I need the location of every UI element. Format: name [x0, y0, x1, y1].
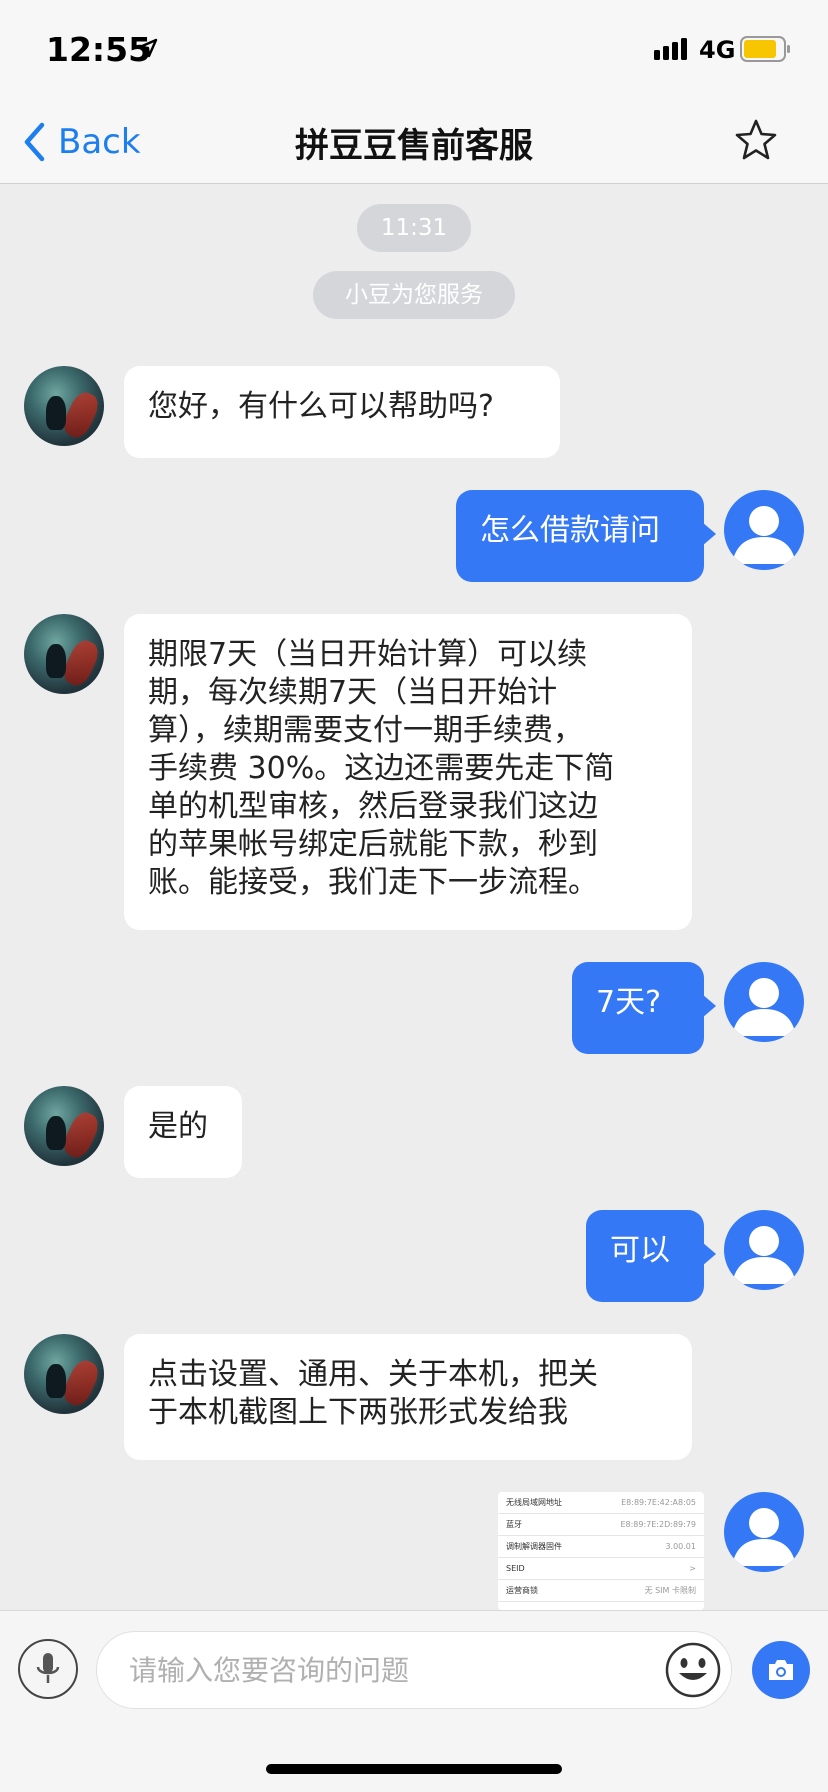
system-notice-pill: 小豆为您服务: [313, 271, 515, 319]
agent-message-bubble[interactable]: 点击设置、通用、关于本机，把关 于本机截图上下两张形式发给我: [124, 1334, 692, 1460]
message-line: 的苹果帐号绑定后就能下款，秒到: [148, 827, 598, 862]
status-time: 12:55: [46, 30, 152, 69]
back-label: Back: [58, 122, 141, 162]
bubble-tail: [702, 522, 716, 546]
thumbnail-row: 蓝牙 E8:89:7E:2D:89:79: [498, 1514, 704, 1536]
user-message-bubble[interactable]: 可以: [586, 1210, 716, 1302]
smiley-face-icon: [665, 1642, 721, 1698]
back-button[interactable]: Back: [22, 118, 141, 166]
message-line: 于本机截图上下两张形式发给我: [148, 1395, 568, 1430]
user-message-bubble[interactable]: 怎么借款请问: [456, 490, 716, 582]
user-silhouette-icon: [732, 1508, 796, 1566]
home-indicator: [266, 1764, 562, 1774]
battery-icon: [740, 36, 792, 66]
thumbnail-row: 无线局域网地址 E8:89:7E:42:A8:05: [498, 1492, 704, 1514]
microphone-icon: [36, 1653, 60, 1683]
agent-avatar[interactable]: [24, 1334, 104, 1414]
user-message-text: 7天?: [596, 985, 662, 1020]
agent-avatar[interactable]: [24, 614, 104, 694]
user-silhouette-icon: [732, 506, 796, 564]
user-avatar[interactable]: [724, 1210, 804, 1290]
thumbnail-row: SEID >: [498, 1558, 704, 1580]
message-line: 期限7天（当日开始计算）可以续: [148, 637, 588, 672]
timestamp-pill: 11:31: [357, 204, 471, 252]
status-bar: 12:55 4G: [0, 0, 828, 100]
agent-avatar[interactable]: [24, 1086, 104, 1166]
camera-icon: [769, 1660, 793, 1680]
message-line: 手续费 30%。这边还需要先走下简: [148, 751, 615, 786]
message-line: 账。能接受，我们走下一步流程。: [148, 865, 598, 900]
image-message-thumbnail[interactable]: 无线局域网地址 E8:89:7E:42:A8:05 蓝牙 E8:89:7E:2D:8…: [498, 1492, 704, 1610]
user-silhouette-icon: [732, 1226, 796, 1284]
voice-input-button[interactable]: [18, 1639, 78, 1699]
emoji-button[interactable]: [664, 1641, 722, 1699]
message-line: 期，每次续期7天（当日开始计: [148, 675, 558, 710]
user-message-text: 怎么借款请问: [480, 513, 660, 548]
star-icon: [735, 119, 777, 160]
message-line: 算），续期需要支付一期手续费，: [148, 713, 583, 748]
network-type: 4G: [699, 36, 736, 64]
bubble-tail: [702, 994, 716, 1018]
user-message-text: 可以: [610, 1233, 670, 1268]
agent-message-bubble[interactable]: 期限7天（当日开始计算）可以续 期，每次续期7天（当日开始计 算），续期需要支付…: [124, 614, 692, 930]
bubble-tail: [702, 1242, 716, 1266]
user-avatar[interactable]: [724, 962, 804, 1042]
favorite-star-button[interactable]: [734, 118, 778, 166]
message-text-input[interactable]: [96, 1631, 732, 1709]
agent-message-bubble[interactable]: 您好，有什么可以帮助吗?: [124, 366, 560, 458]
message-line: 单的机型审核，然后登录我们这边: [148, 789, 598, 824]
user-avatar[interactable]: [724, 490, 804, 570]
camera-button[interactable]: [752, 1641, 810, 1699]
agent-message-bubble[interactable]: 是的: [124, 1086, 242, 1178]
cellular-signal-icon: [654, 38, 690, 64]
message-line: 点击设置、通用、关于本机，把关: [148, 1357, 598, 1392]
thumbnail-row: 调制解调器固件 3.00.01: [498, 1536, 704, 1558]
user-avatar[interactable]: [724, 1492, 804, 1572]
navigation-bar: 拼豆豆售前客服 Back: [0, 100, 828, 184]
chevron-left-icon: [24, 122, 45, 162]
chat-message-list[interactable]: 11:31 小豆为您服务 您好，有什么可以帮助吗? 怎么借款请问 期限7天（当日…: [0, 185, 828, 1610]
thumbnail-row: 运营商锁无 SIM 卡限制: [498, 1580, 704, 1602]
agent-avatar[interactable]: [24, 366, 104, 446]
user-message-bubble[interactable]: 7天?: [572, 962, 716, 1054]
user-silhouette-icon: [732, 978, 796, 1036]
location-arrow-icon: [138, 38, 158, 62]
